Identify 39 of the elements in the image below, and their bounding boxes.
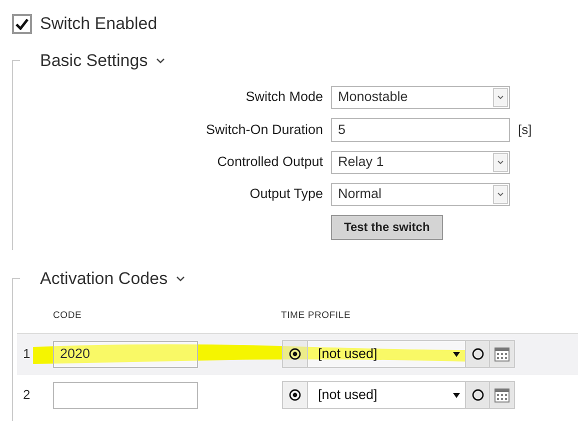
circle-icon (472, 348, 484, 360)
calendar-icon[interactable] (490, 340, 515, 368)
field-label: Switch Mode (244, 88, 323, 106)
test-switch-button[interactable]: Test the switch (331, 214, 443, 240)
field-label: Controlled Output (216, 153, 323, 172)
chevron-icon (497, 95, 504, 100)
time-profile-dropdown[interactable]: [not used] (308, 340, 465, 368)
column-header: TIME PROFILE (281, 309, 351, 324)
radio-icon (289, 389, 301, 401)
code-field[interactable] (53, 382, 198, 408)
field-label: Output Type (248, 185, 323, 204)
row-number: 2 (23, 387, 30, 402)
code-field[interactable]: 2020 (53, 340, 198, 368)
radio-button[interactable] (282, 340, 308, 368)
field-label: Switch-On Duration (204, 120, 323, 139)
circle-button[interactable] (465, 381, 490, 409)
dropdown-arrow-icon (453, 352, 460, 356)
chevron-icon[interactable] (156, 58, 165, 64)
calendar-icon[interactable] (490, 381, 515, 409)
circle-icon (472, 389, 484, 401)
dropdown[interactable]: Relay 1 (331, 151, 510, 174)
chevron-icon (497, 160, 504, 165)
section-title: Activation Codes (40, 268, 168, 290)
dropdown-arrow-icon (453, 392, 460, 398)
column-header: CODE (53, 309, 83, 324)
chevron-icon (497, 192, 504, 197)
time-profile-dropdown[interactable]: [not used] (308, 381, 465, 409)
enabled-checkbox[interactable] (12, 14, 32, 34)
circle-button[interactable] (465, 340, 490, 368)
chevron-icon[interactable] (176, 276, 185, 282)
section-title: Basic Settings (40, 50, 148, 72)
radio-icon (289, 348, 301, 360)
radio-button[interactable] (282, 381, 308, 409)
switch-enabled-label: Switch Enabled (40, 13, 158, 36)
duration-field[interactable]: 5 (331, 118, 510, 142)
dropdown[interactable]: Normal (331, 183, 510, 206)
unit-label: [s] (518, 121, 533, 140)
dropdown[interactable]: Monostable (331, 86, 510, 109)
row-number: 1 (23, 346, 30, 361)
